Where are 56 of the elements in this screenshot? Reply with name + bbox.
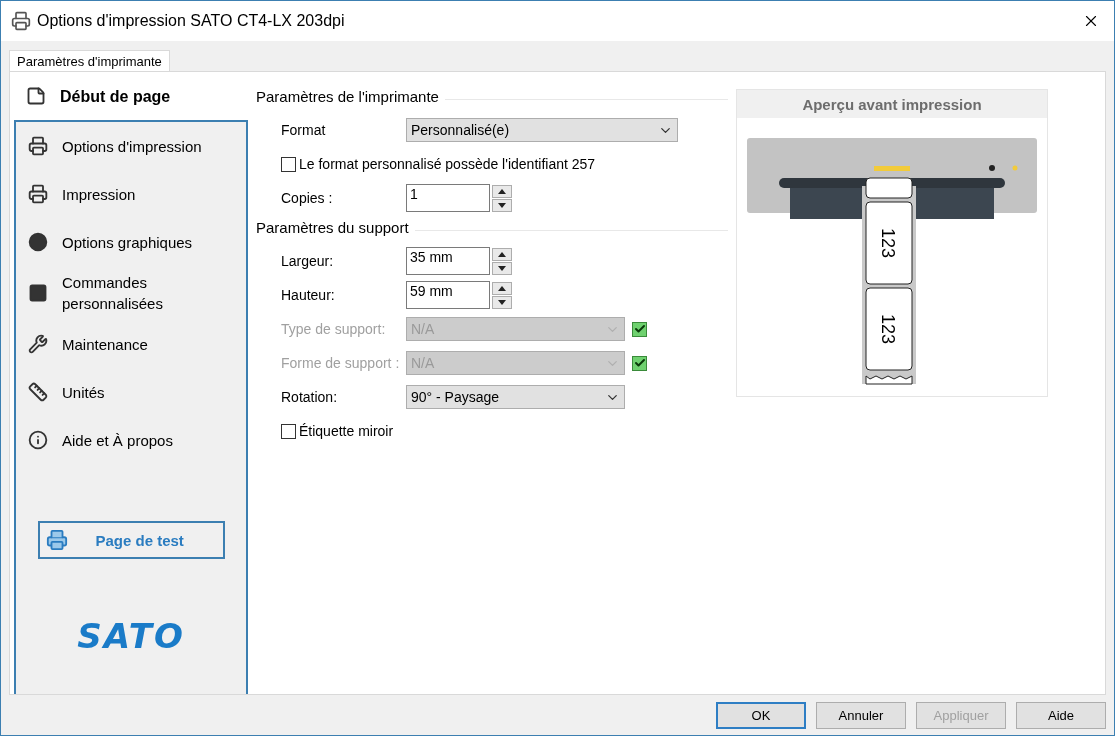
spin-up-button[interactable]	[492, 281, 512, 295]
down-arrow-icon	[498, 299, 506, 305]
section-title: Paramètres du support	[256, 219, 409, 236]
down-arrow-icon	[498, 202, 506, 208]
dialog-button[interactable]: OK	[716, 701, 806, 729]
input-field[interactable]: 59 mm	[406, 281, 490, 309]
spin-up-button[interactable]	[492, 184, 512, 198]
spin-up-button[interactable]	[492, 247, 512, 261]
sidebar-item[interactable]: Maintenance	[16, 320, 246, 368]
down-arrow-icon	[498, 265, 506, 271]
info-icon	[28, 430, 48, 450]
wrench-icon	[28, 334, 48, 354]
sidebar-item[interactable]: Unités	[16, 368, 246, 416]
up-arrow-icon	[498, 188, 506, 194]
field-label: Type de support:	[281, 321, 387, 337]
field-label: Forme de support :	[281, 355, 401, 371]
checkbox[interactable]	[281, 423, 296, 439]
label-text: 123	[878, 228, 898, 258]
checkbox-label: Le format personnalisé possède l'identifiant 257	[299, 156, 596, 172]
ruler-icon	[28, 382, 48, 402]
printer-icon	[11, 11, 31, 31]
ball-icon	[28, 232, 48, 252]
label-text: 123	[878, 314, 898, 344]
printer-icon	[28, 184, 48, 204]
sidebar-item[interactable]: Options d'impression	[16, 122, 246, 170]
window-title: Options d'impression SATO CT4-LX 203dpi	[37, 12, 346, 30]
checkbox[interactable]	[281, 156, 296, 172]
field-label: Largeur:	[281, 253, 335, 269]
field-label: Format	[281, 122, 327, 138]
spin-down-button[interactable]	[492, 295, 512, 309]
checkbox-label: Étiquette miroir	[299, 423, 394, 439]
sidebar-item[interactable]: Aide et À propos	[16, 416, 246, 464]
field-label: Copies :	[281, 190, 334, 206]
sidebar-item[interactable]: Options graphiques	[16, 218, 246, 266]
field-label: Rotation:	[281, 389, 339, 405]
dialog-button[interactable]: Aide	[1016, 701, 1106, 729]
preview-title: Aperçu avant impression	[737, 90, 1047, 118]
dialog-button[interactable]: Annuler	[816, 701, 906, 729]
input-field[interactable]: 35 mm	[406, 247, 490, 275]
page-icon	[26, 86, 46, 106]
section-title: Paramètres de l'imprimante	[256, 88, 439, 105]
up-arrow-icon	[498, 251, 506, 257]
up-arrow-icon	[498, 285, 506, 291]
field-label: Hauteur:	[281, 287, 336, 303]
spin-down-button[interactable]	[492, 198, 512, 212]
printer-icon	[28, 136, 48, 156]
tab[interactable]: Paramètres d'imprimante	[9, 50, 170, 71]
sidebar-item[interactable]: Impression	[16, 170, 246, 218]
dropdown[interactable]: 90° - Paysage	[406, 385, 625, 409]
dropdown[interactable]: Personnalisé(e)	[406, 118, 678, 142]
test-page-button[interactable]: Page de test	[37, 521, 225, 559]
logo: SATO	[77, 616, 185, 656]
sidebar-item[interactable]: Commandes personnalisées	[16, 266, 246, 320]
printer-icon	[45, 529, 68, 551]
input-field[interactable]: 1	[406, 184, 490, 212]
spin-down-button[interactable]	[492, 261, 512, 275]
